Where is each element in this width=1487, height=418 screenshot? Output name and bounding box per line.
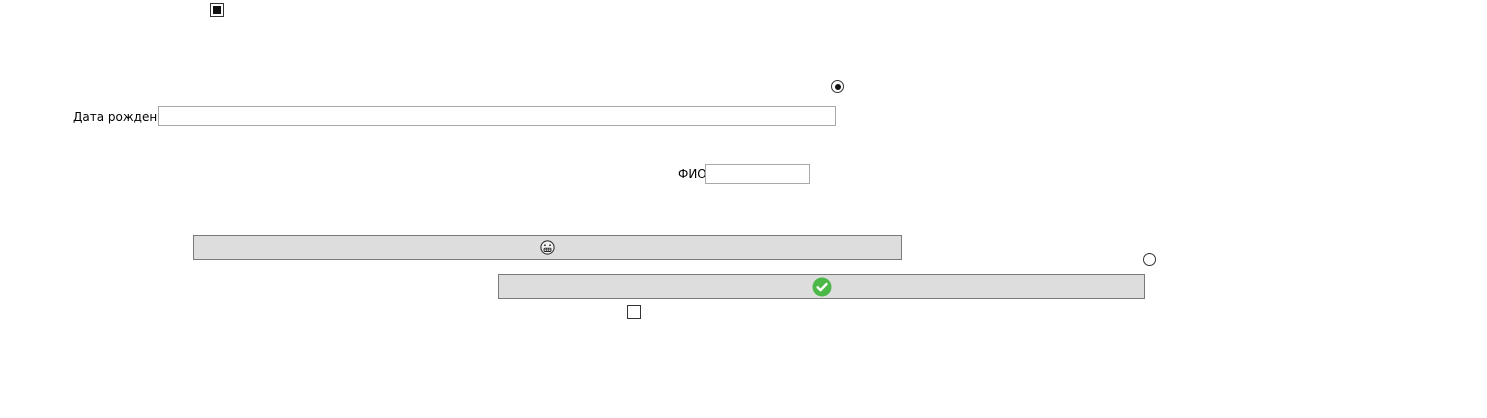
fio-label: ФИО [678, 167, 707, 181]
emoji-button[interactable] [193, 235, 902, 260]
radio-top[interactable] [831, 80, 844, 93]
green-checkmark-icon [812, 277, 832, 297]
grimacing-face-icon [540, 240, 555, 255]
checkbox-bottom[interactable] [627, 305, 641, 319]
confirm-button[interactable] [498, 274, 1145, 299]
birthdate-field[interactable] [158, 106, 836, 126]
radio-right[interactable] [1143, 253, 1156, 266]
form-canvas: Дата рождения ФИО [0, 0, 1487, 418]
checkbox-top[interactable] [210, 3, 224, 17]
fio-field[interactable] [705, 164, 810, 184]
